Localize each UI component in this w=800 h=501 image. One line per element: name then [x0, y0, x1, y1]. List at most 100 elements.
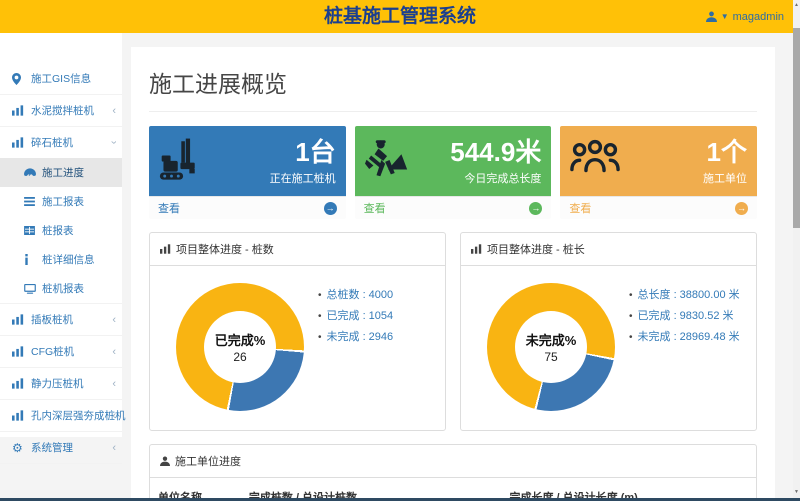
- map-marker-icon: [12, 73, 25, 85]
- legend-text: 总长度 : 38800.00 米: [638, 289, 740, 301]
- chevron-left-icon: ‹: [112, 442, 116, 454]
- caret-down-icon: ▼: [721, 12, 729, 21]
- app-title: 桩基施工管理系统: [0, 0, 800, 33]
- panel-title: 项目整体进度 - 桩数: [176, 241, 274, 257]
- panel-unit-progress: 施工单位进度 单位名称 完成桩数 / 总设计桩数 完成长度 / 总设计长度 (m…: [149, 444, 757, 501]
- view-link-label: 查看: [569, 200, 591, 216]
- sidebar-item-cement-mixer[interactable]: 水泥搅拌桩机 ‹: [0, 95, 122, 127]
- sidebar-item-gis[interactable]: 施工GIS信息: [0, 63, 122, 95]
- donut-center-value: 75: [544, 350, 557, 364]
- sidebar-item-static-press[interactable]: 静力压桩机 ‹: [0, 368, 122, 400]
- legend-item: •未完成 : 28969.48 米: [629, 328, 740, 344]
- sidebar-subitem-label: 桩详细信息: [42, 252, 95, 267]
- chevron-down-icon: ‹: [108, 140, 120, 144]
- table-icon: [24, 225, 36, 236]
- sidebar: 施工GIS信息 水泥搅拌桩机 ‹ 碎石桩机 ‹ 施工进度 施工报表: [0, 33, 122, 437]
- legend-item: • 已完成 : 9830.52 米: [629, 307, 740, 323]
- bullet-icon: •: [629, 311, 633, 322]
- top-header: 桩基施工管理系统 ▼ magadmin: [0, 0, 800, 33]
- panel-progress-pile-count: 项目整体进度 - 桩数 已完成% 26 •总桩数 : 4000 •已完成 : 1…: [149, 232, 446, 431]
- legend-text: 已完成 : 9830.52 米: [638, 310, 734, 322]
- user-icon: [706, 11, 717, 22]
- bar-chart-icon: [471, 244, 482, 254]
- sidebar-subitem-machine-report[interactable]: 桩机报表: [0, 274, 122, 303]
- chevron-left-icon: ‹: [112, 314, 116, 326]
- panel-title: 项目整体进度 - 桩长: [487, 241, 585, 257]
- chart-legend: •总桩数 : 4000 •已完成 : 1054 •未完成 : 2946: [318, 286, 393, 349]
- card-view-link[interactable]: 查看 →: [355, 196, 552, 219]
- sidebar-item-plate-pile[interactable]: 插板桩机 ‹: [0, 304, 122, 336]
- sidebar-subitem-progress[interactable]: 施工进度: [0, 158, 122, 187]
- sidebar-item-cfg-pile[interactable]: CFG桩机 ‹: [0, 336, 122, 368]
- bar-chart-icon: [12, 410, 25, 422]
- bullet-icon: •: [318, 311, 322, 322]
- gauge-icon: [24, 167, 36, 178]
- sidebar-subitem-pile-detail[interactable]: 桩详细信息: [0, 245, 122, 274]
- title-divider: [149, 111, 757, 112]
- sidebar-item-gravel-pile[interactable]: 碎石桩机 ‹: [0, 127, 122, 158]
- sidebar-item-label: 水泥搅拌桩机: [31, 103, 94, 118]
- bar-chart-icon: [12, 137, 25, 149]
- sidebar-item-deep-ram[interactable]: 孔内深层强夯成桩机 ‹: [0, 400, 122, 432]
- donut-center: 已完成% 26: [204, 311, 276, 383]
- scrollbar-thumb[interactable]: [793, 28, 800, 228]
- stat-cards-row: 1台 正在施工桩机 查看 →: [149, 126, 757, 219]
- donut-chart-pile-length: 未完成% 75: [487, 283, 615, 411]
- sidebar-subitem-report[interactable]: 施工报表: [0, 187, 122, 216]
- card-view-link[interactable]: 查看 →: [149, 196, 346, 219]
- sidebar-submenu: 施工进度 施工报表 桩报表 桩详细信息 桩机报表: [0, 158, 122, 304]
- sidebar-item-system-admin[interactable]: ⚙ 系统管理 ‹: [0, 432, 122, 464]
- chevron-left-icon: ‹: [112, 410, 116, 422]
- sidebar-item-label: 系统管理: [31, 440, 73, 455]
- view-link-label: 查看: [158, 200, 180, 216]
- sidebar-subitem-pile-report[interactable]: 桩报表: [0, 216, 122, 245]
- gear-icon: ⚙: [12, 442, 25, 454]
- bar-chart-icon: [12, 378, 25, 390]
- donut-chart-pile-count: 已完成% 26: [176, 283, 304, 411]
- worker-digging-icon: [365, 137, 411, 186]
- chart-panels-row: 项目整体进度 - 桩数 已完成% 26 •总桩数 : 4000 •已完成 : 1…: [149, 232, 757, 431]
- bullet-icon: •: [629, 332, 633, 343]
- panel-header: 施工单位进度: [150, 445, 756, 478]
- view-link-label: 查看: [364, 200, 386, 216]
- chevron-left-icon: ‹: [112, 378, 116, 390]
- donut-center-label: 已完成%: [215, 330, 266, 349]
- user-name: magadmin: [733, 11, 784, 23]
- bullet-icon: •: [629, 290, 633, 301]
- panel-body: 未完成% 75 • 总长度 : 38800.00 米 • 已完成 : 9830.52…: [461, 266, 756, 430]
- legend-item: • 总长度 : 38800.00 米: [629, 286, 740, 302]
- scroll-down-arrow[interactable]: ▼: [793, 487, 800, 497]
- bar-chart-icon: [12, 314, 25, 326]
- sidebar-item-label: 施工GIS信息: [31, 71, 91, 86]
- bar-chart-icon: [12, 346, 25, 358]
- person-icon: [160, 456, 170, 466]
- sidebar-item-label: 碎石桩机: [31, 135, 73, 150]
- sidebar-item-label: 静力压桩机: [31, 376, 84, 391]
- main-content: 施工进展概览 1台 正在施工桩机 查看 →: [131, 47, 775, 501]
- sidebar-subitem-label: 桩机报表: [42, 281, 84, 296]
- list-icon: [24, 196, 36, 207]
- chevron-left-icon: ‹: [112, 346, 116, 358]
- card-active-machines: 1台 正在施工桩机 查看 →: [149, 126, 346, 219]
- card-view-link[interactable]: 查看 →: [560, 196, 757, 219]
- sidebar-subitem-label: 施工报表: [42, 194, 84, 209]
- sidebar-item-label: 孔内深层强夯成桩机: [31, 408, 126, 423]
- bullet-icon: •: [318, 290, 322, 301]
- card-completed-length: 544.9米 今日完成总长度 查看 →: [355, 126, 552, 219]
- sidebar-item-label: CFG桩机: [31, 344, 74, 359]
- card-construction-units: 1个 施工单位 查看 →: [560, 126, 757, 219]
- bar-chart-icon: [160, 244, 171, 254]
- scroll-up-arrow[interactable]: ▲: [793, 0, 800, 10]
- panel-header: 项目整体进度 - 桩长: [461, 233, 756, 266]
- legend-item: •已完成 : 1054: [318, 307, 393, 323]
- card-body: 1台 正在施工桩机: [149, 126, 346, 196]
- panel-title: 施工单位进度: [175, 453, 241, 469]
- panel-header: 项目整体进度 - 桩数: [150, 233, 445, 266]
- pile-driver-icon: [159, 137, 209, 188]
- user-menu[interactable]: ▼ magadmin: [706, 0, 784, 33]
- chart-legend: • 总长度 : 38800.00 米 • 已完成 : 9830.52 米 •未完成 …: [629, 286, 740, 349]
- arrow-circle-icon: →: [324, 202, 337, 215]
- donut-center-value: 26: [233, 350, 246, 364]
- vertical-scrollbar[interactable]: ▲ ▼: [793, 0, 800, 501]
- panel-body: 已完成% 26 •总桩数 : 4000 •已完成 : 1054 •未完成 : 2…: [150, 266, 445, 430]
